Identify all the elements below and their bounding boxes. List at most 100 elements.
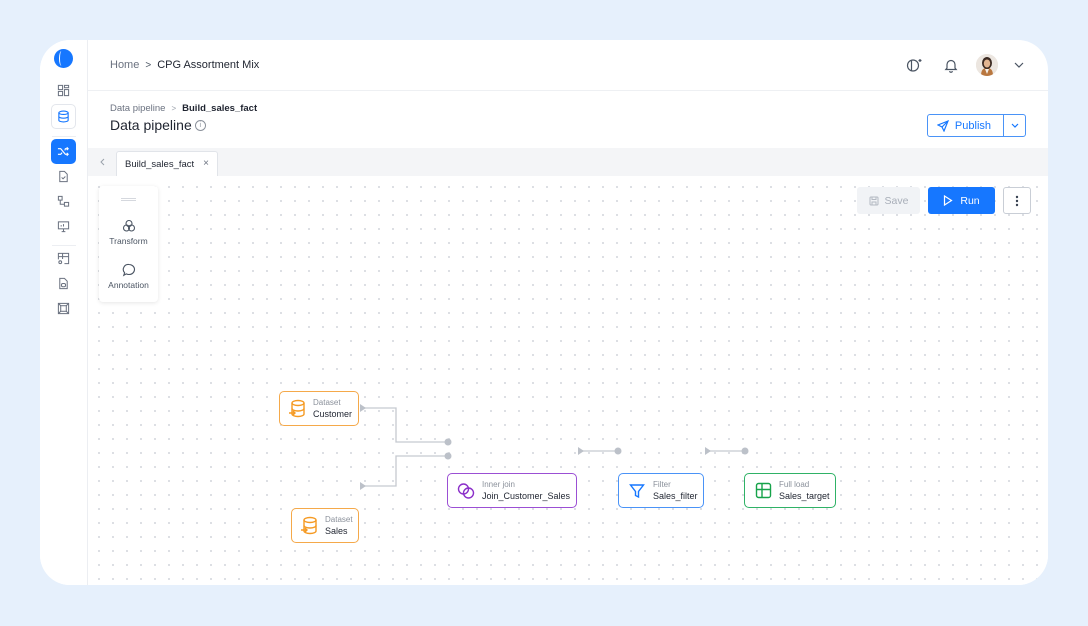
theme-toggle-icon (906, 59, 922, 72)
shuffle-icon (57, 146, 69, 157)
breadcrumb-home[interactable]: Home (110, 59, 139, 71)
theme-toggle-button[interactable] (904, 54, 926, 76)
node-type: Dataset (325, 514, 353, 524)
sidebar-item-monitor[interactable] (51, 214, 76, 239)
palette-label: Annotation (108, 280, 149, 290)
breadcrumb-current: CPG Assortment Mix (157, 59, 260, 71)
breadcrumb: Home > CPG Assortment Mix (110, 59, 259, 71)
tab-build-sales-fact[interactable]: Build_sales_fact × (116, 151, 218, 176)
user-menu-chevron[interactable] (1012, 54, 1026, 76)
more-vertical-icon (1015, 195, 1019, 206)
publish-button[interactable]: Publish (928, 115, 1004, 136)
info-icon[interactable]: i (194, 119, 206, 131)
run-button[interactable]: Run (928, 187, 995, 214)
join-icon (456, 481, 476, 501)
node-dataset-sales[interactable]: Dataset Sales (291, 508, 359, 543)
comment-icon (122, 263, 135, 277)
publish-dropdown-button[interactable] (1004, 115, 1025, 136)
page-breadcrumb-parent[interactable]: Data pipeline (110, 103, 165, 114)
output-port-join (578, 447, 584, 455)
breadcrumb-separator: > (145, 59, 152, 71)
table-settings-icon (57, 252, 70, 265)
play-icon (944, 195, 953, 206)
database-icon (58, 110, 69, 123)
publish-split-button: Publish (926, 114, 1026, 137)
page-header: Data pipeline > Build_sales_fact Data pi… (88, 91, 1048, 148)
page-title: Data pipeline i (110, 117, 206, 133)
tab-bar: Build_sales_fact × (88, 148, 1048, 176)
sidebar-item-frames[interactable] (51, 296, 76, 321)
palette-label: Transform (109, 236, 148, 246)
node-full-load-target[interactable]: Full load Sales_target (744, 473, 836, 508)
page-breadcrumb: Data pipeline > Build_sales_fact (110, 103, 257, 114)
notifications-button[interactable] (940, 54, 962, 76)
save-label: Save (884, 194, 909, 207)
node-name: Customer (313, 408, 353, 419)
tab-close-icon[interactable]: × (203, 158, 209, 169)
document-check-icon (59, 170, 68, 183)
node-name: Sales_target (779, 490, 830, 501)
tab-label: Build_sales_fact (125, 158, 195, 170)
save-icon (869, 196, 879, 205)
app-window: Home > CPG Assortment Mix Data pipeline … (40, 40, 1048, 585)
chevron-left-icon (99, 158, 104, 166)
tab-scroll-left-button[interactable] (96, 155, 108, 169)
file-icon (59, 277, 68, 290)
edge-sales-join (360, 455, 446, 487)
publish-label: Publish (954, 119, 991, 132)
pipeline-canvas[interactable]: Transform Annotation Save Run Dataset Cu… (88, 176, 1048, 585)
sidebar-item-reports[interactable] (51, 164, 76, 189)
bell-icon (944, 59, 958, 73)
sidebar-item-files[interactable] (51, 271, 76, 296)
top-actions (904, 54, 1026, 76)
app-logo[interactable] (54, 49, 73, 68)
edge-customer-join (360, 407, 446, 443)
dataset-import-icon (287, 399, 307, 419)
node-name: Sales_filter (653, 490, 698, 501)
pipeline-edges (360, 404, 749, 490)
sidebar-divider (52, 136, 76, 137)
canvas-actions: Save Run (857, 187, 1031, 214)
node-name: Join_Customer_Sales (482, 490, 571, 501)
output-port-customer (360, 404, 366, 412)
input-port-target (741, 447, 749, 455)
output-port-sales (360, 482, 366, 490)
input-port-join-2 (444, 452, 452, 460)
sidebar (40, 40, 88, 585)
sidebar-item-datasets[interactable] (51, 104, 76, 129)
sidebar-item-workflows[interactable] (51, 189, 76, 214)
run-label: Run (960, 194, 980, 207)
node-filter[interactable]: Filter Sales_filter (618, 473, 704, 508)
top-bar: Home > CPG Assortment Mix (88, 40, 1048, 91)
output-port-filter (705, 447, 711, 455)
sidebar-item-dashboard[interactable] (51, 78, 76, 103)
node-type: Full load (779, 479, 810, 489)
sidebar-item-data-pipeline[interactable] (51, 139, 76, 164)
node-dataset-customer[interactable]: Dataset Customer (279, 391, 359, 426)
table-icon (753, 481, 773, 501)
transform-icon (122, 219, 135, 232)
dataset-import-icon (299, 516, 319, 536)
node-inner-join[interactable]: Inner join Join_Customer_Sales (447, 473, 577, 508)
save-button[interactable]: Save (857, 187, 920, 214)
palette-item-annotation[interactable]: Annotation (99, 263, 158, 290)
node-name: Sales (325, 525, 348, 536)
page-breadcrumb-separator: > (171, 104, 177, 113)
user-avatar-image (976, 54, 998, 76)
workflow-icon (57, 195, 70, 207)
frame-icon (57, 302, 70, 315)
input-port-filter (614, 447, 622, 455)
grid-icon (57, 84, 70, 97)
node-type: Dataset (313, 397, 341, 407)
sidebar-item-tables[interactable] (51, 246, 76, 271)
chevron-down-icon (1014, 62, 1024, 68)
avatar[interactable] (976, 54, 998, 76)
node-palette: Transform Annotation (99, 186, 158, 302)
node-type: Filter (653, 479, 671, 489)
palette-drag-handle[interactable] (121, 198, 136, 201)
palette-item-transform[interactable]: Transform (99, 219, 158, 246)
node-type: Inner join (482, 479, 515, 489)
input-port-join-1 (444, 438, 452, 446)
monitor-icon (57, 221, 70, 233)
more-options-button[interactable] (1003, 187, 1031, 214)
